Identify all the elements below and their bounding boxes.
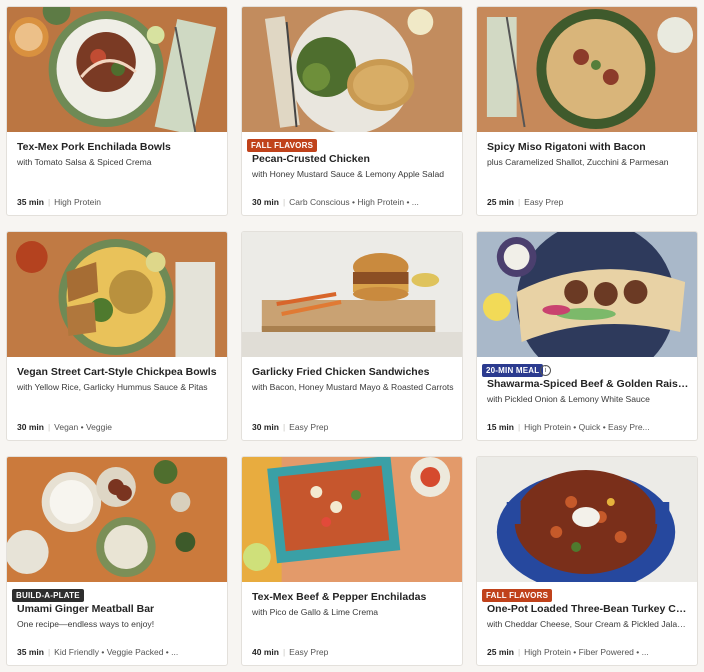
recipe-tags: Easy Prep [289, 647, 329, 657]
recipe-time: 15 min [487, 422, 514, 432]
recipe-tags: Kid Friendly • Veggie Packed • ... [54, 647, 179, 657]
recipe-tags: High Protein • Fiber Powered • ... [524, 647, 649, 657]
meta-divider: | [47, 197, 51, 207]
recipe-image [242, 232, 462, 357]
recipe-title[interactable]: Shawarma-Spiced Beef & Golden Raisin Pit… [487, 378, 689, 390]
meta-divider: | [282, 197, 286, 207]
recipe-meta: 35 min | High Protein [17, 197, 219, 207]
recipe-subtitle: with Pickled Onion & Lemony White Sauce [487, 394, 650, 404]
recipe-subtitle: with Bacon, Honey Mustard Mayo & Roasted… [252, 382, 454, 392]
recipe-image [7, 232, 227, 357]
recipe-subtitle: with Pico de Gallo & Lime Crema [252, 607, 379, 617]
recipe-time: 35 min [17, 647, 44, 657]
recipe-image [242, 457, 462, 582]
meta-divider: | [517, 647, 521, 657]
recipe-card[interactable]: Spicy Miso Rigatoni with Bacon plus Cara… [476, 6, 698, 216]
recipe-card[interactable]: FALL FLAVORS One-Pot Loaded Three-Bean T… [476, 456, 698, 666]
meta-divider: | [282, 422, 286, 432]
recipe-tags: Easy Prep [289, 422, 329, 432]
recipe-title[interactable]: Garlicky Fried Chicken Sandwiches [252, 366, 454, 378]
recipe-title[interactable]: One-Pot Loaded Three-Bean Turkey Chili [487, 603, 689, 615]
recipe-card[interactable]: Tex-Mex Beef & Pepper Enchiladas with Pi… [241, 456, 463, 666]
recipe-badge: FALL FLAVORS [482, 589, 553, 602]
meta-divider: | [282, 647, 286, 657]
recipe-badge: BUILD-A-PLATE [12, 589, 84, 602]
recipe-time: 30 min [252, 197, 279, 207]
recipe-title[interactable]: Tex-Mex Pork Enchilada Bowls [17, 141, 219, 153]
recipe-subtitle: with Tomato Salsa & Spiced Crema [17, 157, 152, 167]
recipe-subtitle: plus Caramelized Shallot, Zucchini & Par… [487, 157, 669, 167]
recipe-meta: 30 min | Vegan • Veggie [17, 422, 219, 432]
recipe-meta: 25 min | Easy Prep [487, 197, 689, 207]
recipe-card[interactable]: 20-MIN MEAL i Shawarma-Spiced Beef & Gol… [476, 231, 698, 441]
recipe-meta: 35 min | Kid Friendly • Veggie Packed • ..… [17, 647, 219, 657]
recipe-card[interactable]: Garlicky Fried Chicken Sandwiches with B… [241, 231, 463, 441]
recipe-meta: 30 min | Easy Prep [252, 422, 454, 432]
recipe-image [477, 457, 697, 582]
meta-divider: | [47, 647, 51, 657]
recipe-title[interactable]: Tex-Mex Beef & Pepper Enchiladas [252, 591, 454, 603]
recipe-image [242, 7, 462, 132]
recipe-time: 40 min [252, 647, 279, 657]
recipe-time: 30 min [252, 422, 279, 432]
info-icon[interactable]: i [540, 365, 551, 376]
recipe-meta: 25 min | High Protein • Fiber Powered • ..… [487, 647, 689, 657]
recipe-tags: Vegan • Veggie [54, 422, 112, 432]
recipe-title[interactable]: Pecan-Crusted Chicken [252, 153, 454, 165]
recipe-badge: 20-MIN MEAL [482, 364, 544, 377]
meta-divider: | [517, 422, 521, 432]
recipe-card[interactable]: BUILD-A-PLATE Umami Ginger Meatball Bar … [6, 456, 228, 666]
recipe-title[interactable]: Spicy Miso Rigatoni with Bacon [487, 141, 689, 153]
recipe-image [477, 232, 697, 357]
recipe-time: 35 min [17, 197, 44, 207]
recipe-grid: Tex-Mex Pork Enchilada Bowls with Tomato… [0, 0, 704, 672]
recipe-card[interactable]: Vegan Street Cart-Style Chickpea Bowls w… [6, 231, 228, 441]
recipe-subtitle: with Cheddar Cheese, Sour Cream & Pickle… [487, 619, 689, 629]
recipe-subtitle: with Yellow Rice, Garlicky Hummus Sauce … [17, 382, 208, 392]
recipe-subtitle: with Honey Mustard Sauce & Lemony Apple … [252, 169, 445, 179]
recipe-image [7, 457, 227, 582]
recipe-badge: FALL FLAVORS [247, 139, 318, 152]
recipe-time: 30 min [17, 422, 44, 432]
recipe-image [7, 7, 227, 132]
recipe-time: 25 min [487, 647, 514, 657]
recipe-title[interactable]: Umami Ginger Meatball Bar [17, 603, 219, 615]
meta-divider: | [517, 197, 521, 207]
meta-divider: | [47, 422, 51, 432]
recipe-title[interactable]: Vegan Street Cart-Style Chickpea Bowls [17, 366, 219, 378]
recipe-card[interactable]: Tex-Mex Pork Enchilada Bowls with Tomato… [6, 6, 228, 216]
recipe-tags: Carb Conscious • High Protein • ... [289, 197, 419, 207]
recipe-image [477, 7, 697, 132]
recipe-meta: 40 min | Easy Prep [252, 647, 454, 657]
recipe-tags: Easy Prep [524, 197, 564, 207]
recipe-card[interactable]: FALL FLAVORS Pecan-Crusted Chicken with … [241, 6, 463, 216]
recipe-subtitle: One recipe—endless ways to enjoy! [17, 619, 155, 629]
recipe-meta: 15 min | High Protein • Quick • Easy Pre..… [487, 422, 689, 432]
recipe-meta: 30 min | Carb Conscious • High Protein • .… [252, 197, 454, 207]
recipe-tags: High Protein [54, 197, 101, 207]
recipe-time: 25 min [487, 197, 514, 207]
recipe-tags: High Protein • Quick • Easy Pre... [524, 422, 650, 432]
